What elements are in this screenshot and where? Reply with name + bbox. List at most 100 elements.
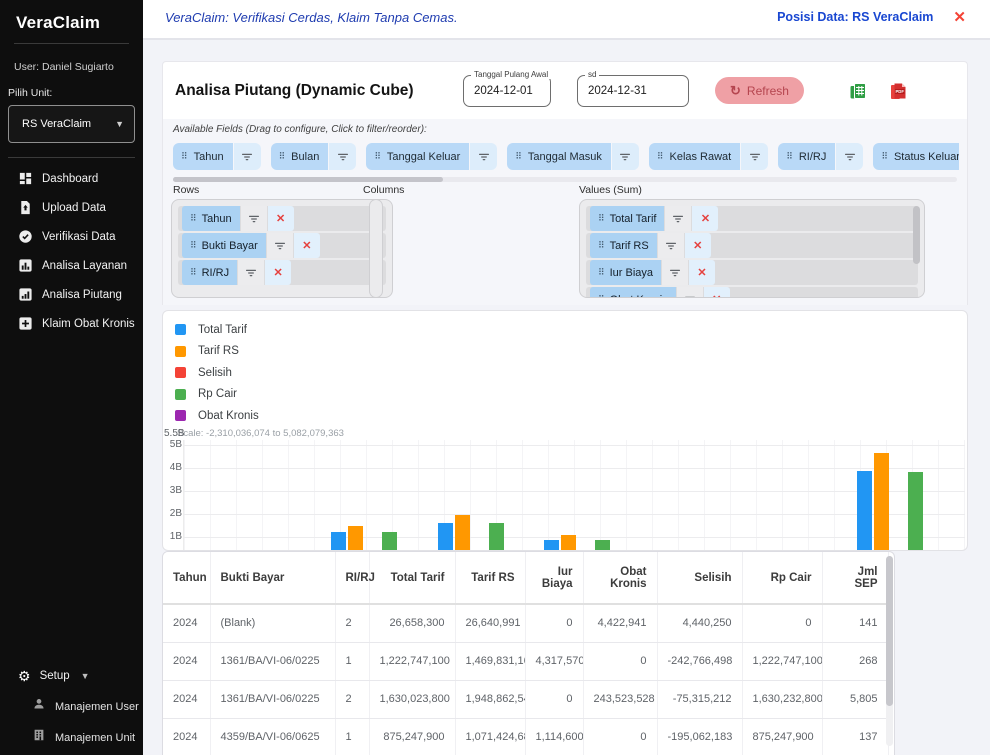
remove-icon[interactable]: ✕ xyxy=(265,260,291,285)
config-chip-ri-rj[interactable]: ⠿RI/RJ✕ xyxy=(182,260,291,285)
drag-handle-icon[interactable]: ⠿ xyxy=(598,294,605,298)
pdf-export-icon[interactable]: PDF xyxy=(888,81,908,101)
config-chip-bukti-bayar[interactable]: ⠿Bukti Bayar✕ xyxy=(182,233,320,258)
drag-handle-icon[interactable]: ⠿ xyxy=(598,240,605,251)
rows-dropzone[interactable]: ⠿Tahun✕⠿Bukti Bayar✕⠿RI/RJ✕ xyxy=(171,199,393,298)
sidebar-item-manajemen-user[interactable]: Manajemen User xyxy=(0,691,143,722)
bar-rp-cair[interactable] xyxy=(382,532,397,550)
remove-icon[interactable]: ✕ xyxy=(685,233,711,258)
table-row[interactable]: 20241361/BA/VI-06/022521,630,023,8001,94… xyxy=(163,680,888,718)
sidebar-item-setup[interactable]: ⚙ Setup ▼ xyxy=(0,661,143,691)
remove-icon[interactable]: ✕ xyxy=(689,260,715,285)
drag-handle-icon[interactable]: ⠿ xyxy=(598,213,605,224)
close-icon[interactable]: ✕ xyxy=(953,8,966,26)
filter-icon[interactable] xyxy=(658,233,684,258)
column-header-total-tarif[interactable]: Total Tarif xyxy=(369,552,455,604)
column-header-tarif-rs[interactable]: Tarif RS xyxy=(455,552,525,604)
bar-rp-cair[interactable] xyxy=(489,523,504,551)
column-header-jml-sep[interactable]: Jml SEP xyxy=(822,552,888,604)
bar-tarif-rs[interactable] xyxy=(348,526,363,550)
drag-handle-icon[interactable]: ⠿ xyxy=(190,240,197,251)
filter-icon[interactable] xyxy=(234,143,261,170)
drag-handle-icon[interactable]: ⠿ xyxy=(786,151,793,162)
remove-icon[interactable]: ✕ xyxy=(294,233,320,258)
bar-tarif-rs[interactable] xyxy=(455,515,470,550)
drag-handle-icon[interactable]: ⠿ xyxy=(190,213,197,224)
filter-icon[interactable] xyxy=(677,287,703,298)
unit-select[interactable]: RS VeraClaim ▼ xyxy=(8,105,135,143)
values-scrollbar[interactable] xyxy=(913,206,920,264)
column-header-bukti-bayar[interactable]: Bukti Bayar xyxy=(210,552,335,604)
bar-rp-cair[interactable] xyxy=(908,472,923,550)
drag-handle-icon[interactable]: ⠿ xyxy=(515,151,522,162)
bar-total-tarif[interactable] xyxy=(857,471,872,550)
sidebar-item-dashboard[interactable]: Dashboard xyxy=(0,164,143,193)
filter-icon[interactable] xyxy=(238,260,264,285)
sidebar-item-klaim-obat-kronis[interactable]: Klaim Obat Kronis xyxy=(0,309,143,338)
legend-item-rp-cair[interactable]: Rp Cair xyxy=(175,384,259,406)
table-row[interactable]: 20241361/BA/VI-06/022511,222,747,1001,46… xyxy=(163,642,888,680)
sidebar-item-upload-data[interactable]: Upload Data xyxy=(0,193,143,222)
sidebar-item-analisa-piutang[interactable]: Analisa Piutang xyxy=(0,280,143,309)
config-chip-total-tarif[interactable]: ⠿Total Tarif✕ xyxy=(590,206,718,231)
field-chip-ri-rj[interactable]: ⠿RI/RJ xyxy=(778,143,863,170)
legend-item-selisih[interactable]: Selisih xyxy=(175,362,259,384)
date-from-field[interactable]: Tanggal Pulang Awal 2024-12-01 xyxy=(463,75,551,107)
table-scrollbar[interactable] xyxy=(886,556,893,746)
excel-export-icon[interactable] xyxy=(848,81,868,101)
filter-icon[interactable] xyxy=(612,143,639,170)
bar-rp-cair[interactable] xyxy=(595,540,610,550)
config-chip-tarif-rs[interactable]: ⠿Tarif RS✕ xyxy=(590,233,711,258)
bar-total-tarif[interactable] xyxy=(331,532,346,550)
sidebar-item-verifikasi-data[interactable]: Verifikasi Data xyxy=(0,222,143,251)
field-chip-kelas-rawat[interactable]: ⠿Kelas Rawat xyxy=(649,143,768,170)
bar-tarif-rs[interactable] xyxy=(561,535,576,550)
sidebar-item-manajemen-unit[interactable]: Manajemen Unit xyxy=(0,722,143,753)
remove-icon[interactable]: ✕ xyxy=(268,206,294,231)
remove-icon[interactable]: ✕ xyxy=(704,287,730,298)
sidebar-item-analisa-layanan[interactable]: Analisa Layanan xyxy=(0,251,143,280)
config-chip-iur-biaya[interactable]: ⠿Iur Biaya✕ xyxy=(590,260,715,285)
field-chip-bulan[interactable]: ⠿Bulan xyxy=(271,143,357,170)
filter-icon[interactable] xyxy=(241,206,267,231)
legend-item-tarif-rs[interactable]: Tarif RS xyxy=(175,341,259,363)
filter-icon[interactable] xyxy=(267,233,293,258)
bar-total-tarif[interactable] xyxy=(544,540,559,550)
drag-handle-icon[interactable]: ⠿ xyxy=(279,151,286,162)
field-chip-status-keluar[interactable]: ⠿Status Keluar xyxy=(873,143,959,170)
legend-item-obat-kronis[interactable]: Obat Kronis xyxy=(175,405,259,427)
drag-handle-icon[interactable]: ⠿ xyxy=(190,267,197,278)
filter-icon[interactable] xyxy=(470,143,497,170)
remove-icon[interactable]: ✕ xyxy=(692,206,718,231)
table-row[interactable]: 20244359/BA/VI-06/06251875,247,9001,071,… xyxy=(163,718,888,755)
drag-handle-icon[interactable]: ⠿ xyxy=(181,151,188,162)
config-chip-tahun[interactable]: ⠿Tahun✕ xyxy=(182,206,294,231)
filter-icon[interactable] xyxy=(836,143,863,170)
drag-handle-icon[interactable]: ⠿ xyxy=(374,151,381,162)
column-header-tahun[interactable]: Tahun xyxy=(163,552,210,604)
column-header-ri-rj[interactable]: RI/RJ xyxy=(335,552,369,604)
column-header-selisih[interactable]: Selisih xyxy=(657,552,742,604)
field-chip-tanggal-keluar[interactable]: ⠿Tanggal Keluar xyxy=(366,143,497,170)
drag-handle-icon[interactable]: ⠿ xyxy=(881,151,888,162)
columns-dropzone[interactable] xyxy=(369,199,383,298)
field-chip-tahun[interactable]: ⠿Tahun xyxy=(173,143,261,170)
filter-icon[interactable] xyxy=(741,143,768,170)
bar-total-tarif[interactable] xyxy=(438,523,453,551)
date-to-field[interactable]: sd 2024-12-31 xyxy=(577,75,689,107)
config-chip-obat-kronis[interactable]: ⠿Obat Kronis✕ xyxy=(590,287,730,298)
column-header-obat-kronis[interactable]: Obat Kronis xyxy=(583,552,657,604)
table-row[interactable]: 2024(Blank)226,658,30026,640,99104,422,9… xyxy=(163,604,888,642)
drag-handle-icon[interactable]: ⠿ xyxy=(598,267,605,278)
column-header-rp-cair[interactable]: Rp Cair xyxy=(742,552,822,604)
column-header-iur-biaya[interactable]: Iur Biaya xyxy=(525,552,583,604)
field-chip-tanggal-masuk[interactable]: ⠿Tanggal Masuk xyxy=(507,143,639,170)
filter-icon[interactable] xyxy=(662,260,688,285)
filter-icon[interactable] xyxy=(665,206,691,231)
filter-icon[interactable] xyxy=(329,143,356,170)
values-dropzone[interactable]: ⠿Total Tarif✕⠿Tarif RS✕⠿Iur Biaya✕ ⠿Obat … xyxy=(579,199,925,298)
drag-handle-icon[interactable]: ⠿ xyxy=(657,151,664,162)
bar-tarif-rs[interactable] xyxy=(874,453,889,550)
refresh-button[interactable]: ↻ Refresh xyxy=(715,77,804,104)
table-scrollbar-thumb[interactable] xyxy=(886,556,893,706)
